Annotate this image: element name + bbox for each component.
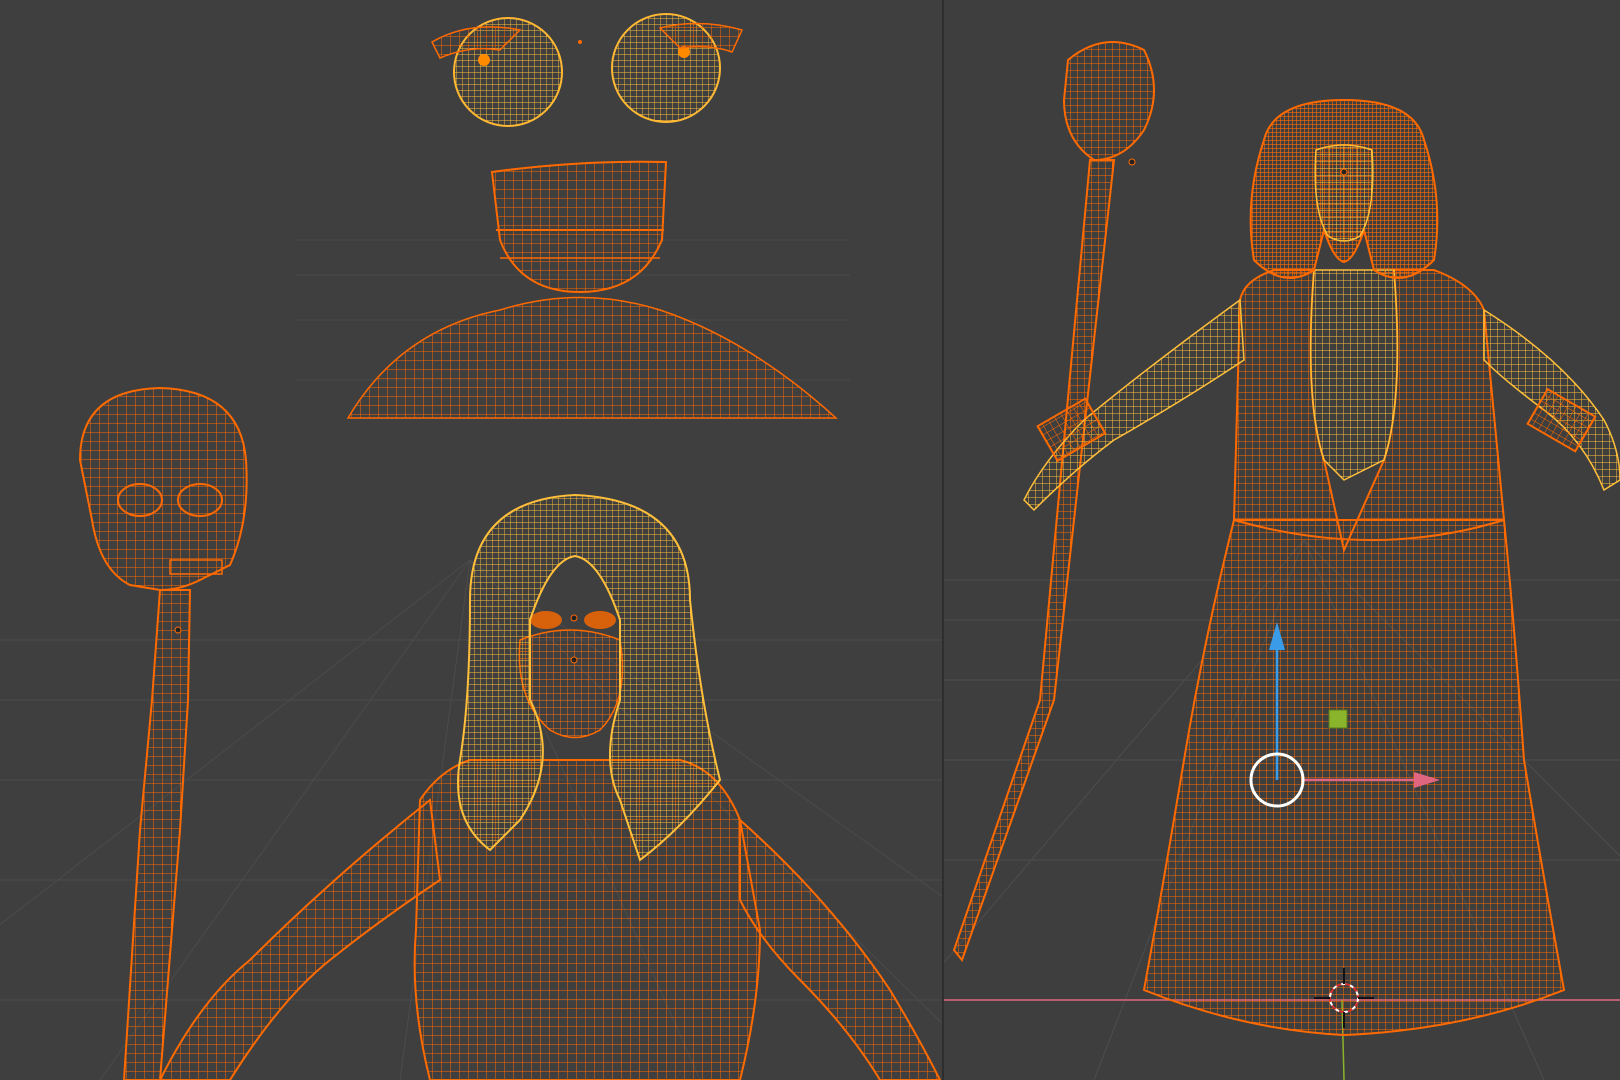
face-mesh-right[interactable] — [1314, 144, 1374, 242]
dress-mesh[interactable] — [1142, 519, 1566, 1037]
iris-left-icon — [478, 54, 490, 66]
staff-origin-right-icon — [1128, 158, 1136, 166]
torso-skin-mesh[interactable] — [1309, 269, 1399, 481]
skull-staff-mesh[interactable] — [78, 386, 248, 1080]
viewport-left[interactable] — [0, 0, 944, 1080]
torso-fragment-mesh[interactable] — [346, 296, 838, 419]
skull-mesh-right[interactable] — [1062, 41, 1155, 162]
skull-staff-mesh-right[interactable] — [952, 41, 1155, 963]
arm-left-right-view[interactable] — [1023, 298, 1245, 512]
gizmo-plane-handle-icon[interactable] — [1328, 709, 1348, 729]
arm-left-mesh[interactable] — [158, 798, 442, 1080]
viewport-right[interactable] — [944, 0, 1620, 1080]
face-origin-right-icon — [1340, 168, 1348, 176]
staff-origin-icon — [174, 626, 182, 634]
viewport-left-canvas[interactable] — [0, 0, 944, 1080]
viewport-right-canvas[interactable] — [944, 0, 1620, 1080]
skull-teeth — [169, 559, 223, 575]
face-origin-icon — [570, 614, 578, 622]
staff-shaft-mesh[interactable] — [122, 589, 192, 1080]
eyes-mesh[interactable] — [431, 13, 744, 127]
arm-right-mesh[interactable] — [739, 817, 942, 1080]
origin-dot-icon — [578, 40, 582, 44]
staff-shaft-right[interactable] — [952, 159, 1116, 963]
eye-socket-right-icon — [584, 611, 616, 629]
teeth-mesh[interactable] — [490, 160, 668, 294]
eye-socket-left-icon — [530, 611, 562, 629]
character-body-mesh[interactable] — [158, 611, 942, 1080]
mouth-origin-icon — [570, 656, 578, 664]
